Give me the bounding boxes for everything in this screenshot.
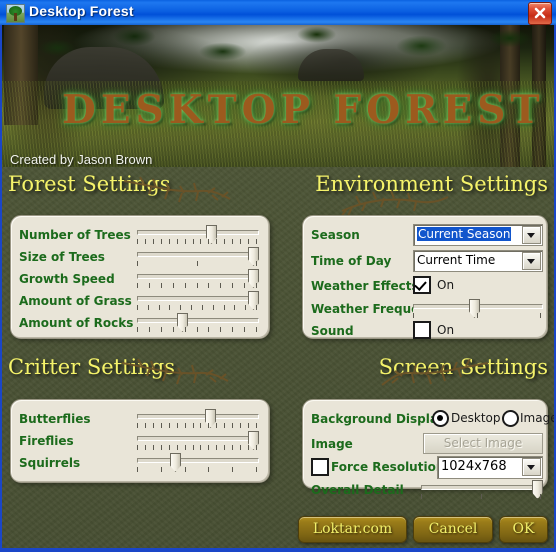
radio-image[interactable] bbox=[502, 410, 519, 427]
forest-settings-heading: Forest Settings bbox=[8, 172, 171, 196]
slider-ticks bbox=[137, 261, 257, 267]
banner-foliage bbox=[2, 25, 554, 63]
radio-image-label: Image bbox=[520, 411, 556, 425]
tree-icon bbox=[6, 4, 25, 23]
season-combobox[interactable]: Current Season bbox=[413, 224, 543, 246]
forest-slider-label-1: Size of Trees bbox=[19, 250, 105, 264]
forest-slider-label-0: Number of Trees bbox=[19, 228, 131, 242]
slider-track bbox=[137, 230, 259, 235]
resolution-value: 1024x768 bbox=[441, 459, 507, 474]
window-border-left bbox=[0, 25, 2, 552]
chevron-down-icon[interactable] bbox=[522, 458, 541, 476]
close-icon bbox=[534, 7, 546, 19]
forest-slider-label-3: Amount of Grass bbox=[19, 294, 132, 308]
slider-ticks bbox=[137, 283, 257, 289]
time-of-day-combobox[interactable]: Current Time bbox=[413, 250, 543, 272]
slider-track bbox=[137, 318, 259, 323]
time-of-day-label: Time of Day bbox=[311, 254, 392, 268]
cancel-button[interactable]: Cancel bbox=[413, 516, 493, 543]
loktar-com-button[interactable]: Loktar.com bbox=[298, 516, 407, 543]
critter-slider-label-1: Fireflies bbox=[19, 434, 74, 448]
overall-detail-label: Overall Detail bbox=[311, 483, 404, 497]
slider-track bbox=[137, 436, 259, 441]
weather-frequency-label: Weather Frequenc bbox=[311, 302, 413, 316]
window-border-bottom bbox=[0, 548, 556, 552]
force-resolution-checkbox[interactable] bbox=[311, 458, 329, 476]
environment-settings-heading: Environment Settings bbox=[315, 172, 548, 196]
chevron-down-icon[interactable] bbox=[522, 252, 541, 270]
screen-settings-panel: Background Display Desktop Image Image Selec… bbox=[302, 399, 556, 499]
screen-settings-heading: Screen Settings bbox=[378, 355, 548, 379]
header-banner: DESKTOP FOREST Created by Jason Brown Em… bbox=[2, 25, 554, 167]
close-button[interactable] bbox=[528, 2, 552, 25]
slider-amount-of-rocks[interactable] bbox=[137, 313, 259, 333]
credits: Created by Jason Brown Email loktar69@ho… bbox=[10, 152, 176, 167]
slider-ticks bbox=[137, 467, 257, 473]
critter-settings-panel: Butterflies Fireflies Squirrels bbox=[10, 399, 270, 483]
background-display-label: Background Display bbox=[311, 412, 446, 426]
application-window: Desktop Forest DESKTOP FOREST Created by… bbox=[0, 0, 556, 552]
slider-ticks bbox=[137, 305, 257, 311]
season-label: Season bbox=[311, 228, 360, 242]
slider-number-of-trees[interactable] bbox=[137, 225, 259, 245]
force-resolution-label: Force Resolution bbox=[331, 460, 445, 474]
slider-ticks bbox=[137, 239, 257, 245]
slider-ticks bbox=[421, 494, 541, 500]
slider-track bbox=[137, 252, 259, 257]
title-bar: Desktop Forest bbox=[0, 0, 556, 26]
created-by-text: Created by Jason Brown bbox=[10, 152, 153, 167]
slider-ticks bbox=[413, 313, 541, 319]
critter-slider-label-0: Butterflies bbox=[19, 412, 91, 426]
environment-settings-panel: Season Current Season Time of Day Current T… bbox=[302, 215, 548, 339]
app-logo-title: DESKTOP FOREST bbox=[62, 87, 545, 133]
forest-slider-label-4: Amount of Rocks bbox=[19, 316, 134, 330]
sound-checkbox[interactable] bbox=[413, 321, 431, 339]
slider-track bbox=[421, 485, 543, 490]
slider-track bbox=[137, 274, 259, 279]
slider-fireflies[interactable] bbox=[137, 431, 259, 451]
slider-weather-frequency[interactable] bbox=[413, 299, 543, 319]
sound-on-label: On bbox=[437, 323, 455, 337]
slider-ticks bbox=[137, 327, 257, 333]
slider-amount-of-grass[interactable] bbox=[137, 291, 259, 311]
slider-growth-speed[interactable] bbox=[137, 269, 259, 289]
weather-effects-checkbox[interactable] bbox=[413, 276, 431, 294]
slider-squirrels[interactable] bbox=[137, 453, 259, 473]
chevron-down-icon[interactable] bbox=[522, 226, 541, 244]
ok-button[interactable]: OK bbox=[499, 516, 548, 543]
slider-track bbox=[137, 414, 259, 419]
radio-desktop-label: Desktop bbox=[451, 411, 501, 425]
forest-slider-label-2: Growth Speed bbox=[19, 272, 115, 286]
critter-slider-label-2: Squirrels bbox=[19, 456, 81, 470]
select-image-button: Select Image bbox=[423, 433, 543, 454]
forest-settings-panel: Number of Trees Size of Trees Growth Speed… bbox=[10, 215, 270, 339]
slider-ticks bbox=[137, 445, 257, 451]
season-value: Current Season bbox=[417, 227, 512, 241]
radio-desktop[interactable] bbox=[432, 410, 449, 427]
slider-track bbox=[137, 296, 259, 301]
slider-butterflies[interactable] bbox=[137, 409, 259, 429]
slider-size-of-trees[interactable] bbox=[137, 247, 259, 267]
sound-label: Sound bbox=[311, 324, 354, 338]
settings-body: Forest Settings Number of Trees Size of T… bbox=[2, 167, 556, 548]
weather-effects-label: Weather Effects bbox=[311, 279, 419, 293]
time-of-day-value: Current Time bbox=[417, 253, 496, 267]
resolution-combobox[interactable]: 1024x768 bbox=[437, 456, 543, 479]
slider-ticks bbox=[137, 423, 257, 429]
slider-track bbox=[137, 458, 259, 463]
slider-overall-detail[interactable] bbox=[421, 480, 543, 500]
image-label: Image bbox=[311, 437, 353, 451]
weather-effects-on-label: On bbox=[437, 278, 455, 292]
critter-settings-heading: Critter Settings bbox=[8, 355, 175, 379]
window-title: Desktop Forest bbox=[29, 3, 134, 19]
